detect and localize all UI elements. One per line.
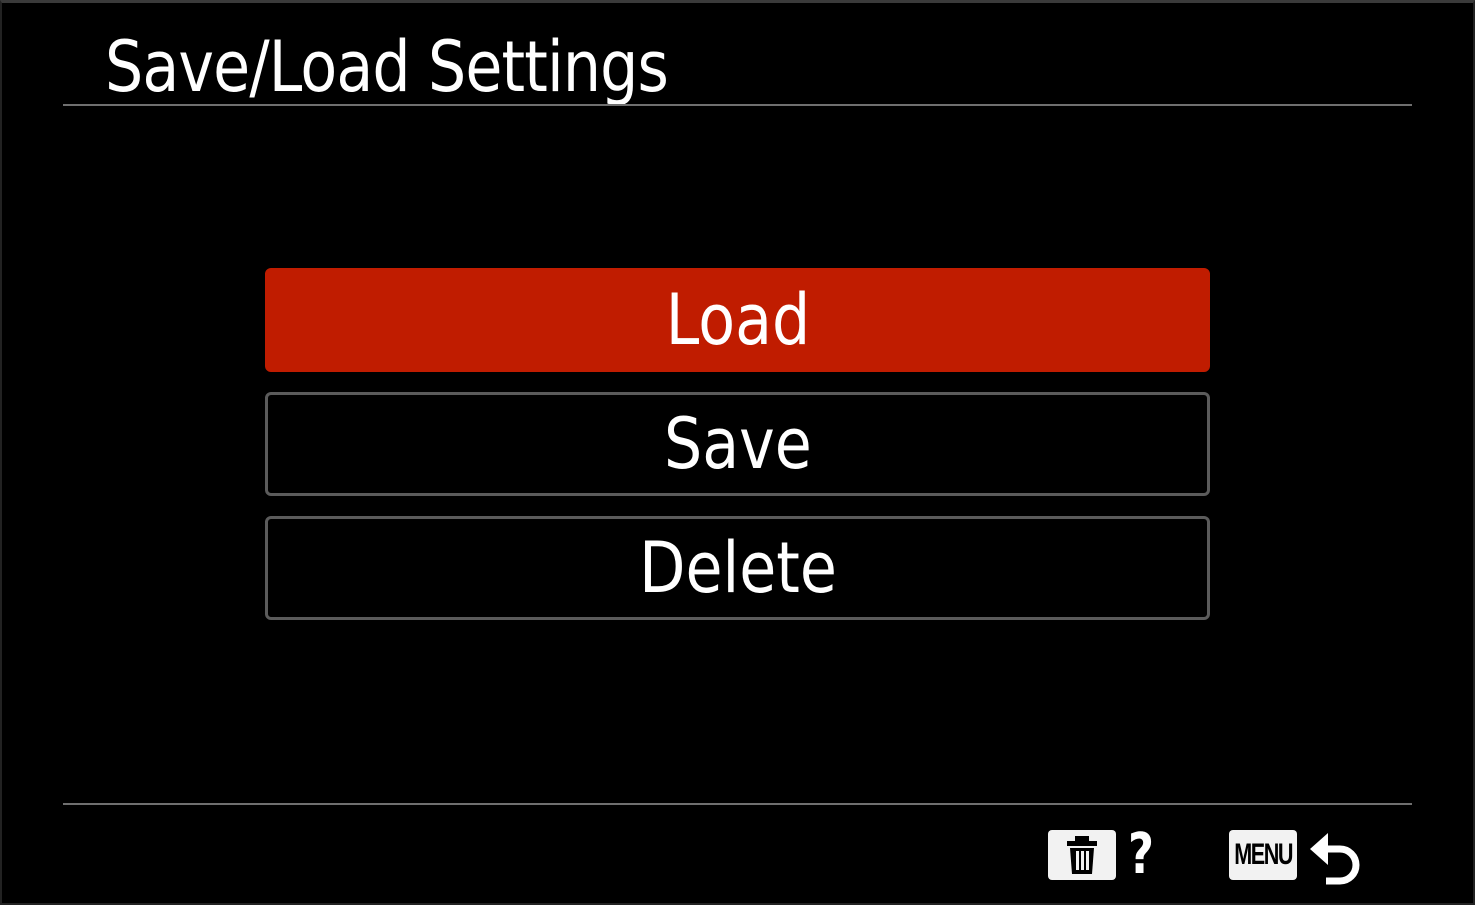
- footer-divider: [63, 803, 1412, 805]
- load-label: Load: [665, 279, 810, 361]
- save-label: Save: [663, 403, 812, 485]
- load-menu-item[interactable]: Load: [265, 268, 1210, 372]
- trash-button[interactable]: [1048, 830, 1116, 880]
- help-label: ?: [1128, 822, 1154, 887]
- menu-button-label: MENU: [1234, 838, 1293, 871]
- camera-menu-screen: Save/Load Settings Load Save Delete ? ME: [0, 0, 1475, 905]
- delete-menu-item[interactable]: Delete: [265, 516, 1210, 620]
- trash-icon: [1067, 836, 1097, 874]
- header-divider: [63, 104, 1412, 106]
- delete-label: Delete: [638, 527, 837, 609]
- menu-list: Load Save Delete: [265, 268, 1210, 640]
- menu-button[interactable]: MENU: [1229, 830, 1297, 880]
- back-arrow-icon[interactable]: [1308, 825, 1368, 887]
- footer-button-guide: ? MENU: [2, 823, 1475, 893]
- save-menu-item[interactable]: Save: [265, 392, 1210, 496]
- page-title: Save/Load Settings: [105, 26, 669, 108]
